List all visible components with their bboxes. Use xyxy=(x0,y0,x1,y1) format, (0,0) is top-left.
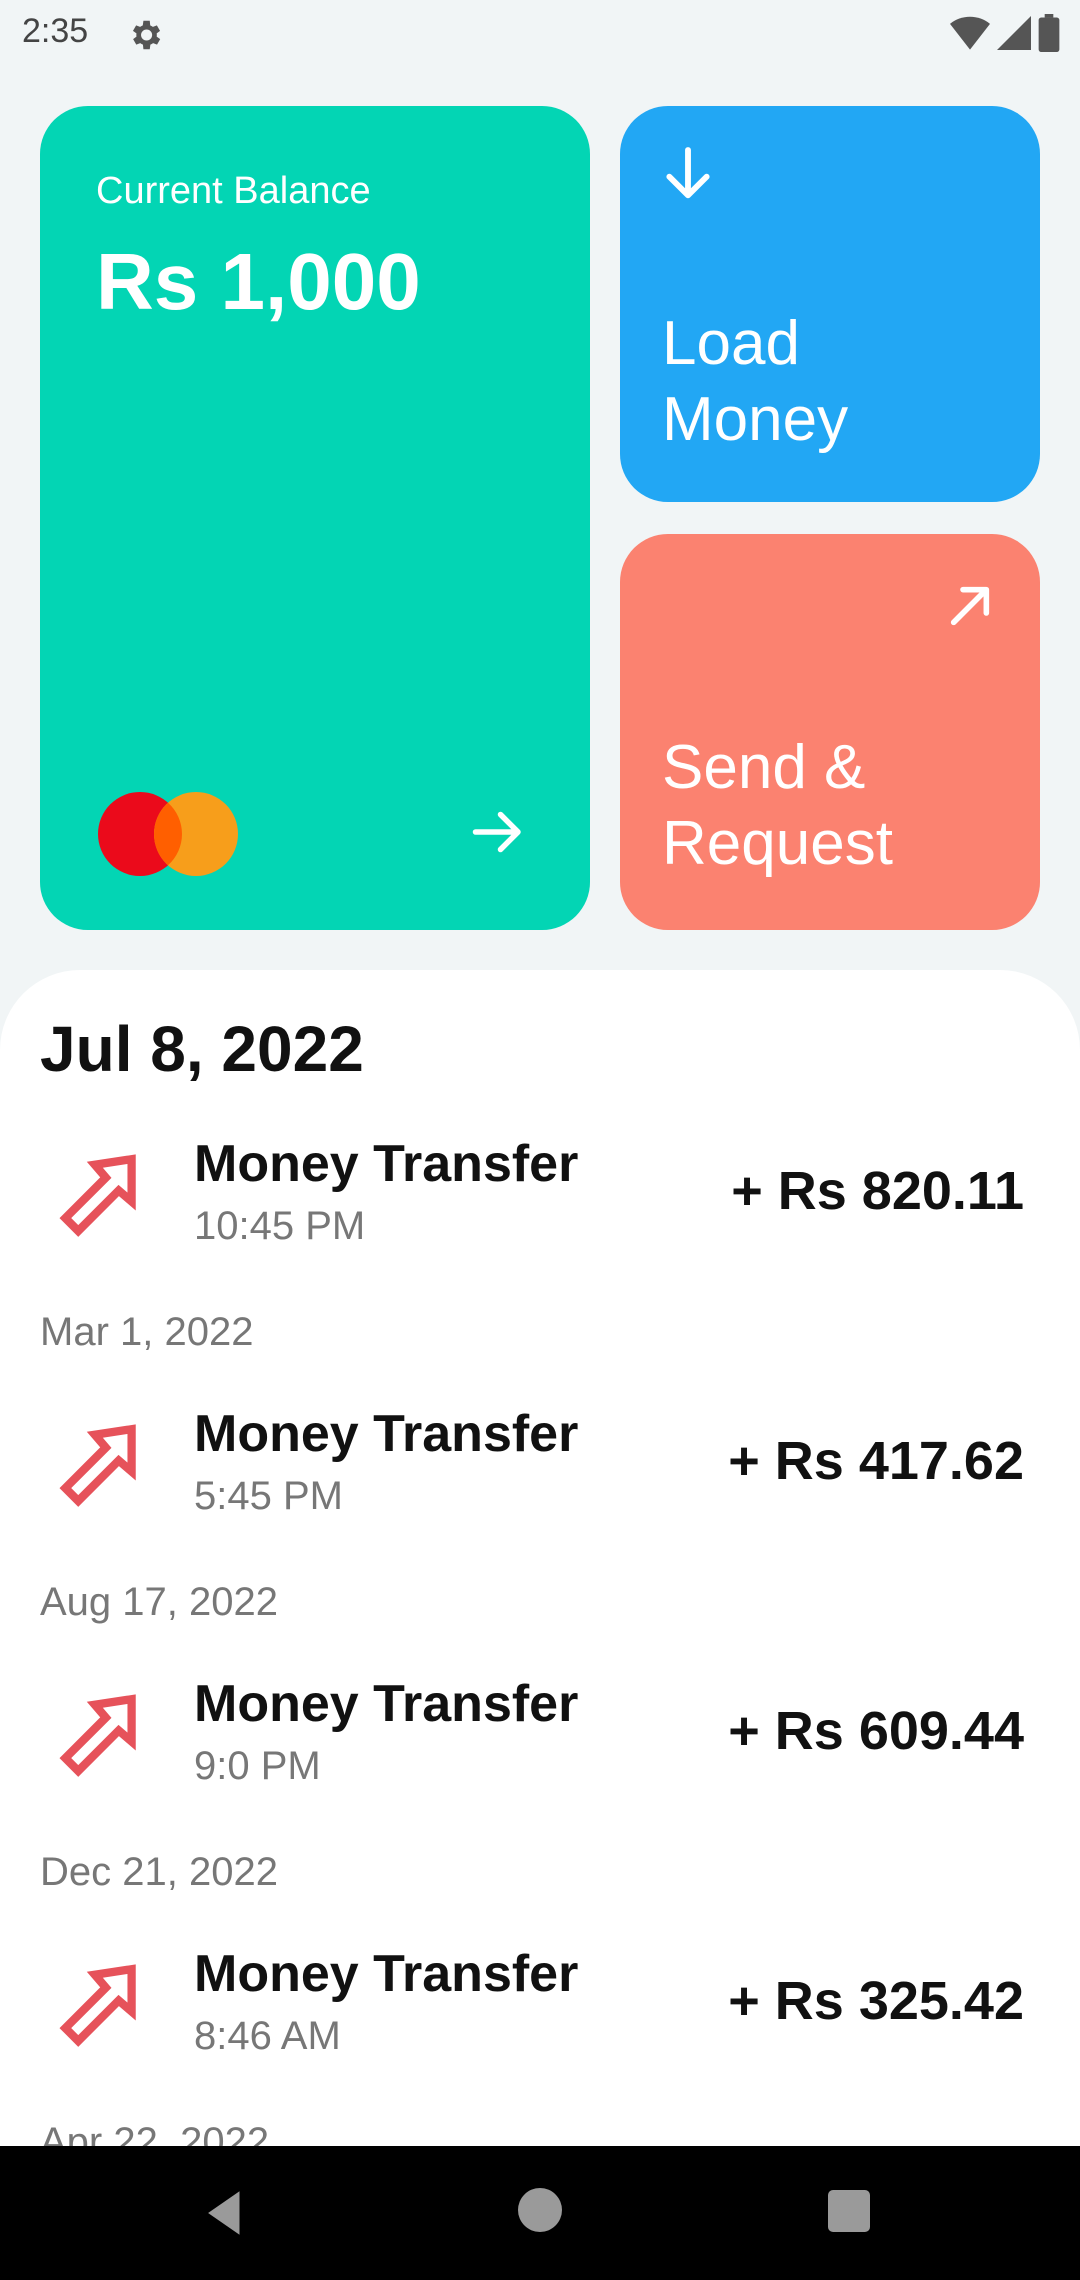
home-icon[interactable] xyxy=(518,2188,562,2232)
transaction-date: Apr 22, 2022 xyxy=(40,2120,270,2146)
wifi-icon xyxy=(950,16,990,50)
transfer-arrow-icon xyxy=(59,1424,136,1507)
transaction-time: 8:46 AM xyxy=(194,2014,341,2058)
signal-icon xyxy=(997,16,1031,50)
transfer-arrow-icon xyxy=(59,1964,136,2047)
arrow-up-right-icon xyxy=(950,586,990,626)
transaction-row[interactable]: Money Transfer 8:46 AM + Rs 325.42 xyxy=(0,1934,1080,2074)
transaction-date: Aug 17, 2022 xyxy=(40,1580,278,1624)
balance-card[interactable]: Current Balance Rs 1,000 xyxy=(40,106,590,930)
status-bar: 2:35 xyxy=(0,0,1080,66)
recents-icon[interactable] xyxy=(828,2190,870,2232)
mastercard-logo xyxy=(98,792,238,876)
status-icons xyxy=(950,14,1060,52)
transfer-arrow-icon xyxy=(59,1694,136,1777)
transaction-date-heading: Jul 8, 2022 xyxy=(40,1013,364,1085)
arrow-down-icon xyxy=(666,147,710,199)
send-request-label: Send & Request xyxy=(662,733,893,878)
transaction-row[interactable]: Money Transfer 10:45 PM + Rs 820.11 xyxy=(0,1124,1080,1264)
transaction-title: Money Transfer xyxy=(194,1675,579,1733)
transaction-row[interactable]: Money Transfer 5:45 PM + Rs 417.62 xyxy=(0,1394,1080,1534)
transaction-date: Dec 21, 2022 xyxy=(40,1850,278,1894)
gear-icon xyxy=(132,20,161,50)
battery-icon xyxy=(1038,14,1060,52)
status-time: 2:35 xyxy=(22,12,89,50)
load-money-label: Load Money xyxy=(662,309,849,454)
transaction-time: 10:45 PM xyxy=(194,1204,366,1248)
transaction-row[interactable]: Money Transfer 9:0 PM + Rs 609.44 xyxy=(0,1664,1080,1804)
transactions-sheet[interactable]: Jul 8, 2022 Money Transfer 10:45 PM + Rs… xyxy=(0,970,1080,2146)
transaction-title: Money Transfer xyxy=(194,1135,579,1193)
transaction-amount: + Rs 820.11 xyxy=(731,1161,1024,1221)
transaction-amount: + Rs 325.42 xyxy=(728,1971,1024,2031)
transaction-amount: + Rs 609.44 xyxy=(728,1701,1024,1761)
back-icon[interactable] xyxy=(196,2184,254,2242)
send-request-button[interactable]: Send & Request xyxy=(620,534,1040,930)
navigation-bar xyxy=(0,2146,1080,2280)
transaction-time: 9:0 PM xyxy=(194,1744,321,1788)
transaction-title: Money Transfer xyxy=(194,1945,579,2003)
load-money-button[interactable]: Load Money xyxy=(620,106,1040,502)
transaction-title: Money Transfer xyxy=(194,1405,579,1463)
transaction-time: 5:45 PM xyxy=(194,1474,343,1518)
transaction-date: Mar 1, 2022 xyxy=(40,1310,254,1354)
transfer-arrow-icon xyxy=(59,1154,136,1237)
arrow-right-icon[interactable] xyxy=(468,802,528,862)
balance-label: Current Balance xyxy=(96,170,371,212)
balance-value: Rs 1,000 xyxy=(96,237,421,326)
transaction-amount: + Rs 417.62 xyxy=(728,1431,1024,1491)
